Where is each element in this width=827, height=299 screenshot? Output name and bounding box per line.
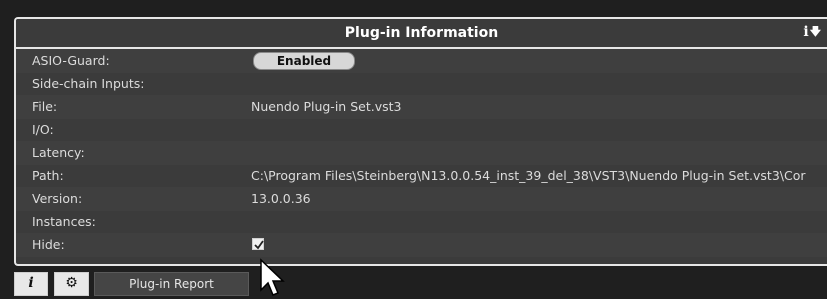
gear-icon: ⚙ — [65, 275, 78, 291]
mouse-cursor-icon — [260, 258, 285, 296]
row-label: Path: — [32, 168, 64, 183]
row-value: Nuendo Plug-in Set.vst3 — [251, 99, 402, 114]
row-value: C:\Program Files\Steinberg\N13.0.0.54_in… — [251, 168, 806, 183]
hide-checkbox[interactable] — [252, 238, 264, 250]
info-glyph: i — [803, 24, 809, 40]
plugin-information-panel: Plug-in Information i🡇 ASIO-Guard: Enabl… — [14, 17, 827, 266]
download-arrow-icon: 🡇 — [809, 25, 821, 38]
panel-title: Plug-in Information — [344, 25, 499, 41]
info-rows: ASIO-Guard: Enabled Side-chain Inputs: F… — [16, 49, 827, 264]
row-label: I/O: — [32, 122, 54, 137]
row-label: File: — [32, 99, 58, 114]
panel-header: Plug-in Information i🡇 — [16, 19, 827, 49]
row-label: Latency: — [32, 145, 85, 160]
bottom-toolbar: i ⚙ Plug-in Report — [14, 272, 827, 296]
row-value: 13.0.0.36 — [251, 191, 311, 206]
row-label: ASIO-Guard: — [32, 53, 110, 68]
checkmark-icon — [254, 240, 264, 250]
row-label: Version: — [32, 191, 83, 206]
asio-guard-enabled-button[interactable]: Enabled — [253, 52, 355, 70]
row-version: Version: 13.0.0.36 — [16, 187, 827, 211]
row-instances: Instances: — [16, 210, 827, 234]
row-label: Side-chain Inputs: — [32, 76, 145, 91]
info-download-icon[interactable]: i🡇 — [803, 24, 821, 43]
row-file: File: Nuendo Plug-in Set.vst3 — [16, 95, 827, 119]
row-latency: Latency: — [16, 141, 827, 165]
row-label: Hide: — [32, 237, 65, 252]
info-button[interactable]: i — [14, 272, 48, 296]
row-io: I/O: — [16, 118, 827, 142]
info-icon: i — [28, 275, 34, 291]
plugin-report-button[interactable]: Plug-in Report — [94, 272, 249, 296]
settings-button[interactable]: ⚙ — [54, 272, 89, 296]
row-path: Path: C:\Program Files\Steinberg\N13.0.0… — [16, 164, 827, 188]
row-label: Instances: — [32, 214, 96, 229]
row-side-chain-inputs: Side-chain Inputs: — [16, 72, 827, 96]
row-hide: Hide: — [16, 233, 827, 257]
row-asio-guard: ASIO-Guard: Enabled — [16, 49, 827, 73]
